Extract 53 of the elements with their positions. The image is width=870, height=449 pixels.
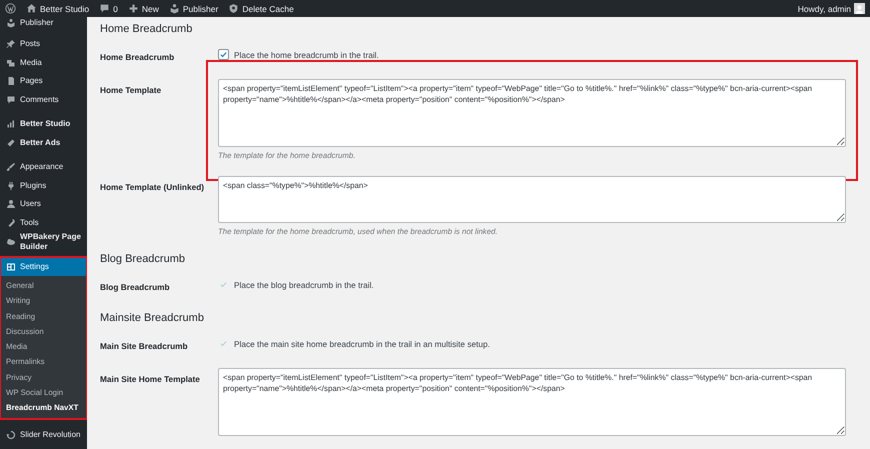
field-label: Blog Breadcrumb bbox=[100, 281, 171, 294]
field-label: Home Template (Unlinked) bbox=[100, 181, 206, 194]
field-label: Home Template bbox=[100, 84, 162, 97]
menu-item[interactable]: Tools bbox=[0, 214, 87, 232]
menu-item[interactable]: Settings bbox=[0, 257, 87, 276]
field-label: Main Site Home Template bbox=[100, 373, 201, 386]
comment-icon bbox=[6, 94, 16, 105]
field-label: Home Breadcrumb bbox=[100, 51, 176, 64]
menu-item[interactable]: Users bbox=[0, 195, 87, 214]
menu-item[interactable]: WPBakery Page Builder bbox=[0, 232, 87, 252]
toolbar-link[interactable]: Publisher bbox=[164, 0, 224, 17]
checkbox[interactable] bbox=[218, 49, 229, 60]
section-heading: Blog Breadcrumb bbox=[100, 252, 186, 267]
menu-item[interactable]: Posts bbox=[0, 35, 87, 54]
cloud-icon bbox=[6, 237, 16, 247]
comments-link[interactable]: 0 bbox=[94, 0, 123, 17]
avatar-icon bbox=[854, 3, 865, 14]
section-heading: Home Breadcrumb bbox=[100, 22, 194, 37]
toolbar-link[interactable]: Better Studio bbox=[21, 0, 94, 17]
comment-icon bbox=[99, 3, 110, 14]
checkbox-label: Place the blog breadcrumb in the trail. bbox=[234, 280, 374, 290]
pin-icon bbox=[6, 39, 16, 50]
field-label: Main Site Breadcrumb bbox=[100, 340, 189, 353]
menu-item[interactable]: Appearance bbox=[0, 158, 87, 176]
media-icon bbox=[6, 58, 16, 68]
plus-icon bbox=[128, 3, 139, 14]
menu-item[interactable]: Plugins bbox=[0, 176, 87, 195]
menu-item[interactable]: Comments bbox=[0, 90, 87, 109]
box-icon bbox=[168, 3, 180, 14]
menu-item[interactable]: Better Studio bbox=[0, 115, 87, 134]
user-icon bbox=[6, 199, 16, 210]
paintbrush-icon bbox=[6, 162, 16, 172]
wordpress-logo-icon[interactable] bbox=[5, 3, 16, 14]
menu-item[interactable]: Pages bbox=[0, 72, 87, 90]
plug-icon bbox=[6, 180, 16, 191]
menu-item[interactable]: Publisher bbox=[0, 17, 87, 29]
wrench-icon bbox=[6, 218, 16, 228]
section-heading: Mainsite Breadcrumb bbox=[100, 311, 205, 326]
account-link[interactable]: Howdy, admin bbox=[792, 0, 870, 17]
page-icon bbox=[6, 76, 16, 86]
box-icon bbox=[6, 18, 16, 28]
settings-icon bbox=[6, 262, 16, 272]
home-icon bbox=[26, 3, 37, 14]
menu-item[interactable]: Slider Revolution bbox=[0, 426, 87, 444]
refresh-icon bbox=[6, 430, 16, 440]
toolbar-link[interactable]: New bbox=[122, 0, 164, 17]
menu-item[interactable]: Better Ads bbox=[0, 134, 87, 152]
toolbar-link[interactable]: Delete Cache bbox=[223, 0, 299, 17]
checkbox-label: Place the home breadcrumb in the trail. bbox=[234, 50, 379, 60]
checkbox-label: Place the main site home breadcrumb in the trail in an multisite setup. bbox=[234, 338, 490, 348]
shield-icon bbox=[228, 3, 240, 14]
bar-chart-icon bbox=[6, 119, 16, 130]
menu-item[interactable]: Media bbox=[0, 54, 87, 72]
